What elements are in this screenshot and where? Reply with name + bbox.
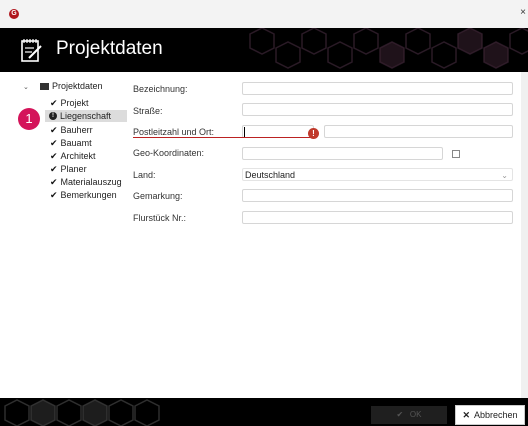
tree-item-materialauszug[interactable]: ✔ Materialauszug [50,176,122,188]
error-icon: ! [308,128,319,139]
checkmark-icon: ✔ [50,190,58,200]
tree-item-bauherr[interactable]: ✔ Bauherr [50,124,93,136]
tree-item-liegenschaft[interactable]: ! Liegenschaft [45,110,127,122]
chevron-down-icon: ⌄ [501,171,508,180]
tree-item-label: Bauamt [60,138,92,148]
title-bar: G × [0,0,528,28]
strasse-input[interactable] [242,103,513,116]
tree-item-label: Materialauszug [60,177,122,187]
tree-item-bauamt[interactable]: ✔ Bauamt [50,137,92,149]
flurstueck-input[interactable] [242,211,513,224]
error-icon: ! [49,112,57,120]
scrollbar[interactable] [521,72,528,398]
plz-ort-label: Postleitzahl und Ort: [133,127,215,137]
notepad-icon [21,39,42,62]
checkmark-icon: ✔ [50,98,58,108]
checkmark-icon: ✔ [50,151,58,161]
bezeichnung-input[interactable] [242,82,513,95]
land-label: Land: [133,170,156,180]
close-icon[interactable]: × [520,7,526,18]
dialog-content: ⌄ Projektdaten ✔ Projekt ! Liegenschaft … [0,72,528,398]
tree-item-label: Bauherr [60,125,93,135]
dialog-header: Projektdaten [0,28,528,72]
gemarkung-input[interactable] [242,189,513,202]
geo-checkbox[interactable] [452,150,460,158]
checkmark-icon: ✔ [50,164,58,174]
land-value: Deutschland [245,170,296,180]
cancel-button[interactable]: ✕ Abbrechen [455,405,525,425]
checkmark-icon: ✔ [50,177,58,187]
close-icon: ✕ [462,410,470,420]
ok-button[interactable]: ✔ OK [371,406,447,424]
tree-item-label: Bemerkungen [60,190,117,200]
geo-coordinates-input[interactable] [242,147,443,160]
strasse-label: Straße: [133,106,163,116]
tree-root-projektdaten[interactable]: Projektdaten [22,81,103,91]
tree-item-label: Architekt [60,151,96,161]
checkmark-icon: ✔ [50,125,58,135]
bezeichnung-label: Bezeichnung: [133,84,188,94]
annotation-badge: 1 [18,108,40,130]
logo-icon: G [9,9,19,19]
gemarkung-label: Gemarkung: [133,191,183,201]
tree-item-architekt[interactable]: ✔ Architekt [50,150,96,162]
land-select[interactable]: Deutschland ⌄ [242,168,513,181]
checkmark-icon: ✔ [396,410,410,419]
flurstueck-label: Flurstück Nr.: [133,213,187,223]
cancel-label: Abbrechen [474,410,518,420]
tree-item-projekt[interactable]: ✔ Projekt [50,97,89,109]
hexagon-pattern [4,399,160,426]
tree-item-bemerkungen[interactable]: ✔ Bemerkungen [50,189,117,201]
tree-item-planer[interactable]: ✔ Planer [50,163,87,175]
navigation-tree: ⌄ Projektdaten ✔ Projekt ! Liegenschaft … [0,72,128,398]
ort-input[interactable] [324,125,513,138]
geo-label: Geo-Koordinaten: [133,148,205,158]
tree-root-label: Projektdaten [52,81,103,91]
validation-underline [133,137,313,138]
checkmark-icon: ✔ [50,138,58,148]
tree-item-label: Liegenschaft [60,111,112,121]
dialog-footer [0,398,528,426]
ok-label: OK [409,410,422,419]
tree-item-label: Projekt [60,98,89,108]
page-title: Projektdaten [56,38,163,59]
folder-icon [40,82,49,90]
tree-item-label: Planer [60,164,87,174]
